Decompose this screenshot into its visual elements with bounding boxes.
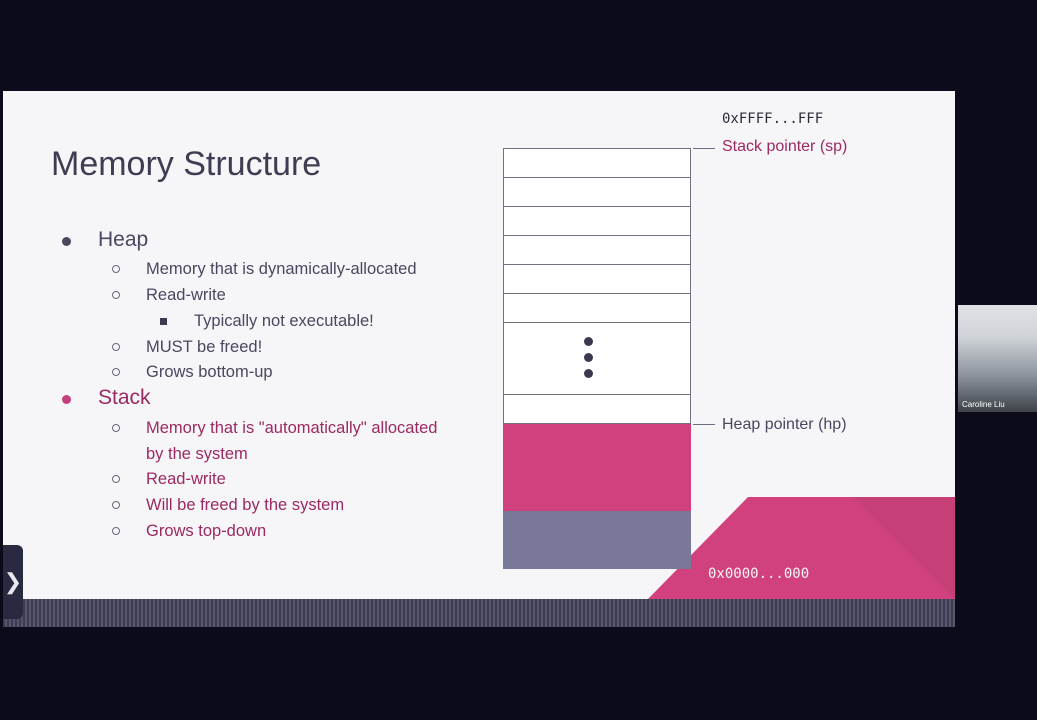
bullet-icon xyxy=(112,475,120,483)
stack-item-grows-top-down: Grows top-down xyxy=(146,522,267,540)
stack-item-freed-by-system: Will be freed by the system xyxy=(146,496,345,514)
bullet-icon xyxy=(112,527,120,535)
bullet-icon xyxy=(112,501,120,509)
ellipsis-dot xyxy=(584,337,593,346)
participant-name: Caroline Liu xyxy=(962,400,1005,409)
bullet-icon xyxy=(112,368,120,376)
slide-title: Memory Structure xyxy=(51,145,322,183)
heap-item-read-write: Read-write xyxy=(146,286,226,304)
memory-cell xyxy=(503,148,691,178)
sidebar-toggle-button[interactable]: ❯ xyxy=(3,545,23,619)
memory-cell xyxy=(503,264,691,294)
heap-block xyxy=(503,511,691,569)
hp-pointer-line xyxy=(693,424,715,425)
heap-heading: Heap xyxy=(98,228,149,251)
stack-item-read-write: Read-write xyxy=(146,470,226,488)
memory-cell xyxy=(503,293,691,323)
memory-cell xyxy=(503,177,691,207)
bullet-icon xyxy=(112,291,120,299)
stack-item-automatic: Memory that is "automatically" allocated xyxy=(146,419,438,437)
memory-cell xyxy=(503,394,691,424)
memory-gap-region xyxy=(503,322,691,396)
square-bullet-icon xyxy=(160,318,167,325)
memory-diagram xyxy=(503,148,691,569)
stack-bullet xyxy=(62,395,71,404)
bullet-icon xyxy=(112,343,120,351)
stack-heading: Stack xyxy=(98,386,151,409)
top-address-label: 0xFFFF...FFF xyxy=(722,111,824,127)
memory-cell xyxy=(503,235,691,265)
presentation-slide: Memory Structure Heap Memory that is dyn… xyxy=(3,91,955,627)
ellipsis-dot xyxy=(584,369,593,378)
stack-block xyxy=(503,424,691,511)
ellipsis-dot xyxy=(584,353,593,362)
heap-item-dynamic: Memory that is dynamically-allocated xyxy=(146,260,417,278)
stack-item-automatic-cont: by the system xyxy=(146,445,248,463)
slide-bottom-band xyxy=(3,599,955,627)
stack-pointer-label: Stack pointer (sp) xyxy=(722,138,848,155)
bullet-icon xyxy=(112,424,120,432)
heap-item-must-be-freed: MUST be freed! xyxy=(146,338,263,356)
heap-pointer-label: Heap pointer (hp) xyxy=(722,416,847,433)
bullet-icon xyxy=(112,265,120,273)
bottom-address-label: 0x0000...000 xyxy=(708,566,810,582)
heap-subitem-not-executable: Typically not executable! xyxy=(194,312,374,330)
sp-pointer-line xyxy=(693,148,715,149)
heap-bullet xyxy=(62,237,71,246)
participant-video-thumbnail[interactable] xyxy=(958,305,1037,412)
heap-item-grows-bottom-up: Grows bottom-up xyxy=(146,363,273,381)
memory-cell xyxy=(503,206,691,236)
